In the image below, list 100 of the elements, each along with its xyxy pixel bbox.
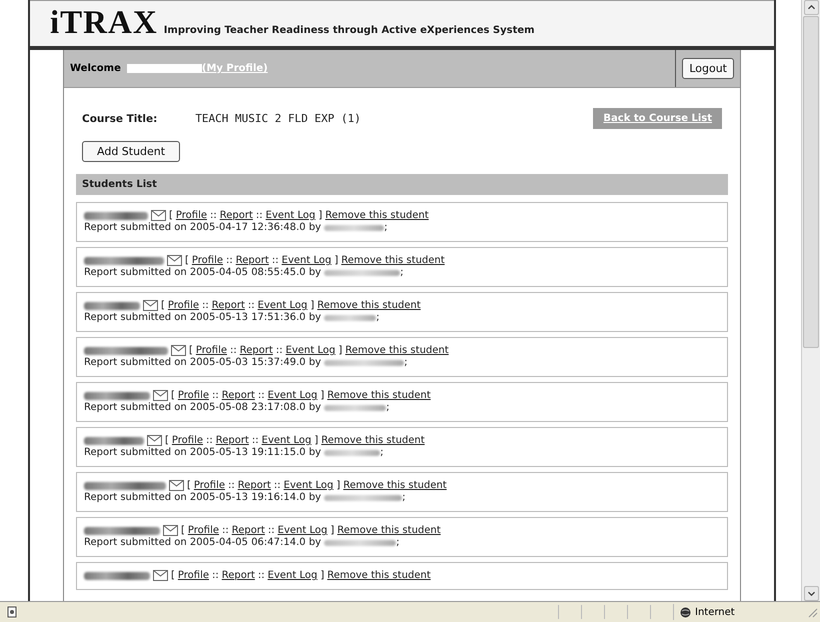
link-separator: [ (189, 345, 193, 356)
student-link[interactable]: Event Log (258, 300, 308, 311)
student-link[interactable]: Profile (192, 255, 223, 266)
link-separator: :: (222, 525, 229, 536)
report-status: Report submitted on 2005-05-13 19:16:14.0 by (84, 492, 322, 503)
envelope-icon[interactable] (167, 255, 182, 266)
link-separator: ] (314, 435, 318, 446)
envelope-icon[interactable] (147, 435, 162, 446)
report-status: Report submitted on 2005-04-05 08:55:45.0 by (84, 267, 322, 278)
link-separator: ] (330, 525, 334, 536)
report-status: Report submitted on 2005-04-05 06:47:14.0 by (84, 537, 322, 548)
envelope-icon[interactable] (143, 300, 158, 311)
link-separator: [ (181, 525, 185, 536)
student-link[interactable]: Report (238, 480, 271, 491)
link-separator: ] (334, 255, 338, 266)
student-link[interactable]: Remove this student (327, 390, 431, 401)
resize-grip-icon[interactable] (806, 606, 818, 618)
course-title-label: Course Title: (82, 112, 158, 124)
student-link[interactable]: Event Log (286, 345, 336, 356)
student-link[interactable]: Report (222, 390, 255, 401)
scroll-down-icon[interactable] (804, 586, 818, 601)
add-student-button[interactable]: Add Student (82, 141, 180, 162)
link-separator: :: (248, 300, 255, 311)
report-status: Report submitted on 2005-05-03 15:37:49.0 by (84, 357, 322, 368)
report-end: ; (404, 357, 408, 368)
link-separator: :: (226, 255, 233, 266)
tagline: Improving Teacher Readiness through Active eXperiences System (164, 25, 535, 38)
student-link[interactable]: Profile (178, 390, 209, 401)
link-separator: ] (310, 300, 314, 311)
welcome-label: Welcome (69, 63, 121, 74)
globe-icon (680, 606, 691, 618)
envelope-icon[interactable] (169, 480, 184, 491)
envelope-icon[interactable] (153, 570, 168, 581)
student-link[interactable]: Profile (196, 345, 227, 356)
student-link[interactable]: Report (232, 525, 265, 536)
student-link[interactable]: Profile (178, 570, 209, 581)
report-end: ; (380, 447, 384, 458)
envelope-icon[interactable] (163, 525, 178, 536)
envelope-icon[interactable] (171, 345, 186, 356)
link-separator: [ (185, 255, 189, 266)
report-status: Report submitted on 2005-05-13 19:11:15.0 by (84, 447, 322, 458)
student-link[interactable]: Report (220, 210, 253, 221)
report-end: ; (396, 537, 400, 548)
student-link[interactable]: Report (212, 300, 245, 311)
student-link[interactable]: Report (222, 570, 255, 581)
link-separator: :: (202, 300, 209, 311)
envelope-icon[interactable] (153, 390, 168, 401)
scroll-up-icon[interactable] (804, 0, 818, 15)
student-link[interactable]: Report (216, 435, 249, 446)
student-link[interactable]: Event Log (268, 570, 318, 581)
report-status: Report submitted on 2005-04-17 12:36:48.0 by (84, 222, 322, 233)
student-link[interactable]: Event Log (282, 255, 332, 266)
link-separator: :: (258, 390, 265, 401)
envelope-icon[interactable] (151, 210, 166, 221)
link-separator: [ (187, 480, 191, 491)
student-link[interactable]: Profile (194, 480, 225, 491)
student-link[interactable]: Remove this student (337, 525, 441, 536)
report-status: Report submitted on 2005-05-13 17:51:36.0 by (84, 312, 322, 323)
student-link[interactable]: Remove this student (341, 255, 445, 266)
link-separator: :: (256, 210, 263, 221)
student-link[interactable]: Remove this student (327, 570, 431, 581)
student-link[interactable]: Event Log (278, 525, 328, 536)
security-zone: Internet (695, 606, 735, 618)
student-link[interactable]: Report (240, 345, 273, 356)
report-end: ; (376, 312, 380, 323)
student-link[interactable]: Remove this student (343, 480, 447, 491)
student-link[interactable]: Profile (168, 300, 199, 311)
report-status: Report submitted on 2005-05-08 23:17:08.0 by (84, 402, 322, 413)
student-link[interactable]: Profile (188, 525, 219, 536)
link-separator: ] (336, 480, 340, 491)
student-link[interactable]: Profile (172, 435, 203, 446)
students-list-header: Students List (76, 174, 728, 195)
link-separator: :: (252, 435, 259, 446)
link-separator: [ (171, 570, 175, 581)
student-link[interactable]: Event Log (268, 390, 318, 401)
student-link[interactable]: Event Log (262, 435, 312, 446)
student-link[interactable]: Remove this student (325, 210, 429, 221)
report-end: ; (386, 402, 390, 413)
student-link[interactable]: Remove this student (345, 345, 449, 356)
link-separator: ] (338, 345, 342, 356)
student-link[interactable]: Remove this student (321, 435, 425, 446)
link-separator: :: (206, 435, 213, 446)
student-link[interactable]: Profile (176, 210, 207, 221)
student-link[interactable]: Report (236, 255, 269, 266)
link-separator: :: (274, 480, 281, 491)
link-separator: ] (320, 390, 324, 401)
link-separator: :: (212, 390, 219, 401)
student-link[interactable]: Remove this student (317, 300, 421, 311)
link-separator: :: (258, 570, 265, 581)
link-separator: :: (212, 570, 219, 581)
report-end: ; (400, 267, 404, 278)
student-link[interactable]: Event Log (284, 480, 334, 491)
link-separator: :: (228, 480, 235, 491)
logout-button[interactable]: Logout (682, 58, 734, 79)
page-icon (6, 606, 18, 618)
link-separator: [ (165, 435, 169, 446)
link-separator: ] (320, 570, 324, 581)
report-end: ; (384, 222, 388, 233)
student-link[interactable]: Event Log (266, 210, 316, 221)
course-title: TEACH MUSIC 2 FLD EXP (1) (195, 112, 361, 125)
